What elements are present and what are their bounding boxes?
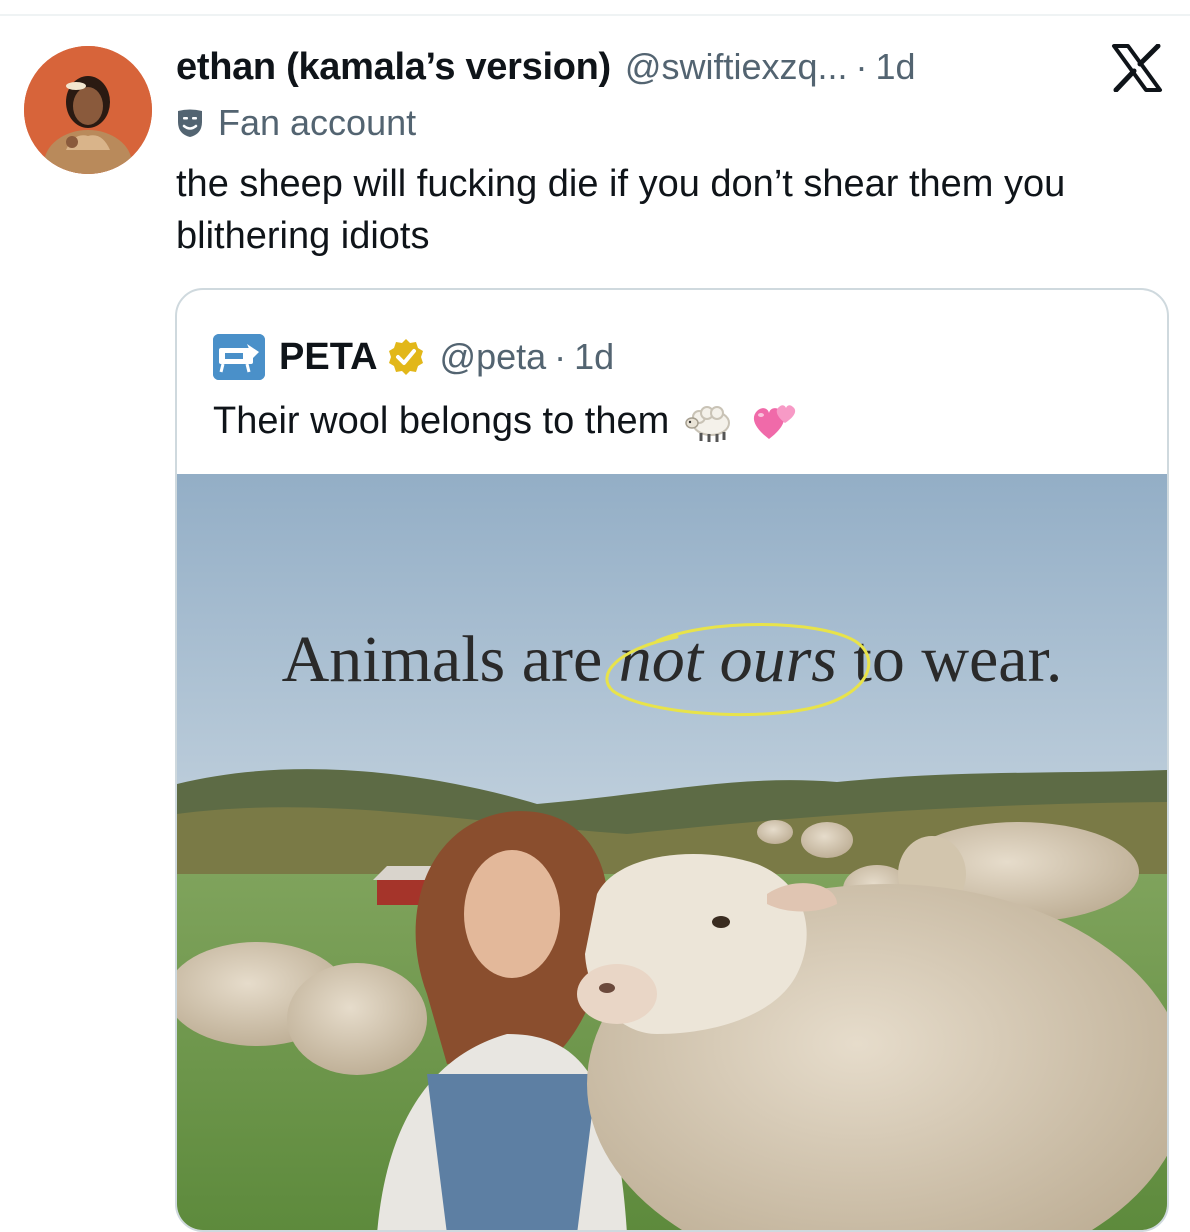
tweet-text: the sheep will fucking die if you don’t … bbox=[176, 163, 1066, 257]
top-divider bbox=[0, 14, 1190, 16]
avatar[interactable] bbox=[24, 46, 152, 174]
headline-start: Animals are bbox=[281, 623, 603, 696]
quoted-tweet-card[interactable]: PETA @peta · 1d Their wool belongs to th… bbox=[175, 288, 1169, 1232]
x-logo-icon[interactable] bbox=[1110, 44, 1164, 92]
headline-end: to wear. bbox=[853, 623, 1063, 696]
peta-logo-icon bbox=[213, 334, 265, 380]
tweet-timestamp[interactable]: 1d bbox=[876, 46, 916, 88]
quoted-tweet-text-row: Their wool belongs to them bbox=[213, 394, 801, 448]
quoted-tweet-image[interactable] bbox=[177, 474, 1167, 1230]
fan-account-text: Fan account bbox=[218, 102, 417, 143]
tweet-header: ethan (kamala’s version) @swiftiexzq... … bbox=[176, 42, 916, 92]
separator-dot: · bbox=[855, 46, 868, 87]
sheep-emoji bbox=[683, 395, 735, 447]
avatar-image bbox=[24, 46, 152, 174]
quoted-tweet-header: PETA @peta · 1d bbox=[213, 334, 614, 380]
verified-badge-icon[interactable] bbox=[386, 337, 426, 377]
headline-emphasis: not ours bbox=[618, 623, 837, 696]
image-headline: Animals are not ours to wear. bbox=[177, 622, 1167, 698]
peta-avatar[interactable] bbox=[213, 334, 265, 380]
quoted-separator-dot: · bbox=[554, 336, 567, 377]
display-name[interactable]: ethan (kamala’s version) bbox=[176, 46, 611, 89]
fan-account-mask-icon bbox=[178, 109, 202, 137]
quoted-tweet-text: Their wool belongs to them bbox=[213, 399, 670, 442]
fan-account-label: Fan account bbox=[176, 100, 416, 146]
quoted-timestamp[interactable]: 1d bbox=[574, 336, 614, 378]
quoted-display-name[interactable]: PETA bbox=[279, 336, 378, 379]
user-handle[interactable]: @swiftiexzq... bbox=[625, 46, 848, 88]
two-hearts-emoji bbox=[749, 395, 801, 447]
quoted-user-handle[interactable]: @peta bbox=[440, 336, 547, 378]
